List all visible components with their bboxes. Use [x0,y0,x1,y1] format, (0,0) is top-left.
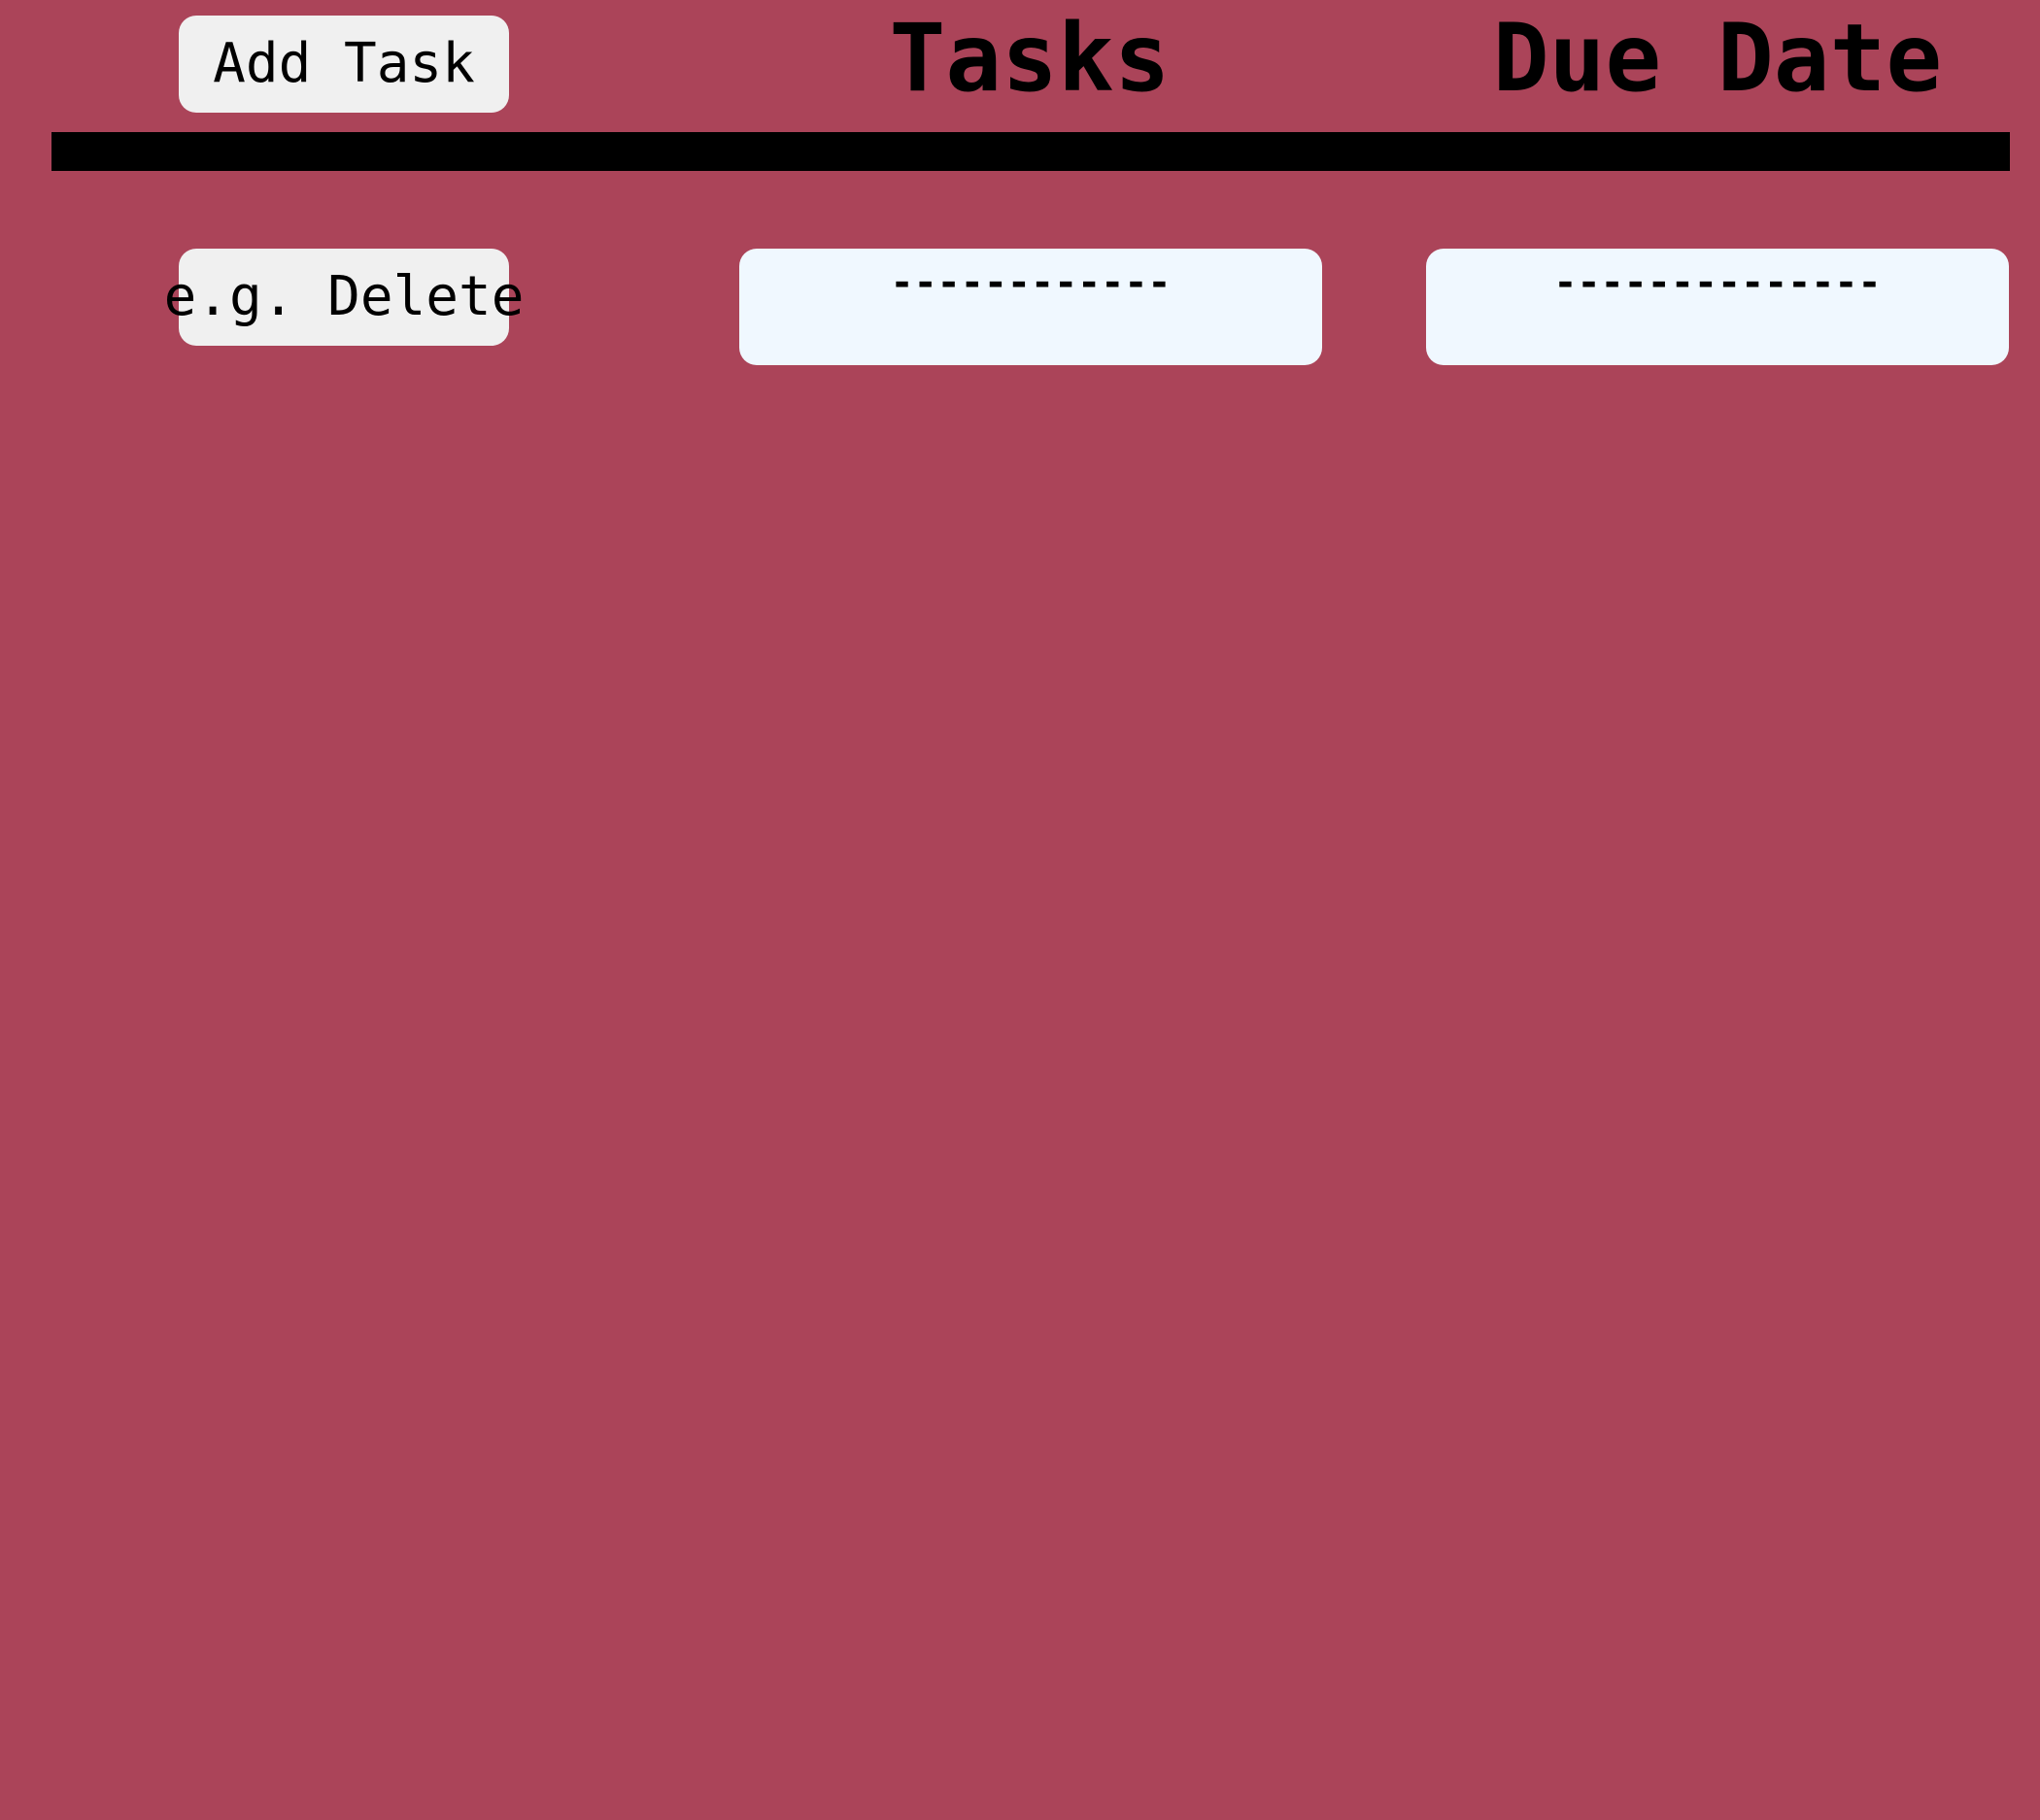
task-cell[interactable]: ------------ [739,249,1322,365]
add-task-button[interactable]: Add Task [179,16,509,113]
tasks-column-header: Tasks [889,4,1171,113]
due-date-column-header: Due Date [1492,4,1943,113]
delete-button[interactable]: e.g. Delete [164,249,524,346]
header-divider [51,132,2010,171]
due-date-cell[interactable]: -------------- [1426,249,2009,365]
